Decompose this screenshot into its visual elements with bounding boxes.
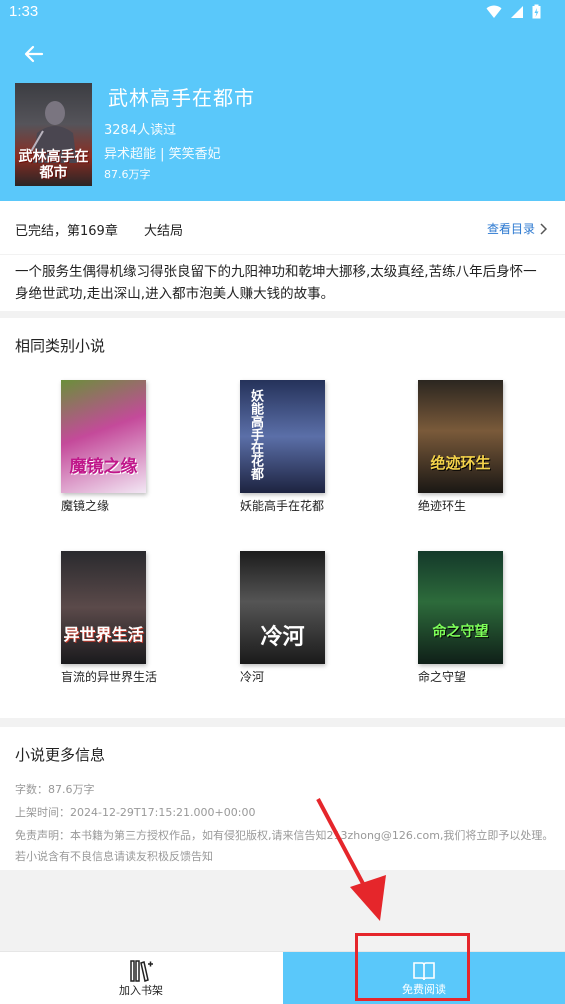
wifi-icon [486, 5, 502, 18]
similar-book-title: 冷河 [240, 670, 265, 684]
chevron-right-icon [540, 222, 547, 235]
book-header: 武林高手在都市 武林高手在都市 3284人读过 异术超能 | 笑笑香妃 87.6… [0, 24, 565, 201]
more-info-section: 小说更多信息 字数：87.6万字 上架时间：2024-12-29T17:15:2… [0, 727, 565, 870]
similar-book-item[interactable]: 魔镜之缘 魔镜之缘 [61, 380, 171, 514]
chapter-status-row: 已完结，第169章 大结局 查看目录 [0, 201, 565, 254]
book-description: 一个服务生偶得机缘习得张良留下的九阳神功和乾坤大挪移,太级真经,苦练八年后身怀一… [0, 255, 565, 311]
cover-title-text: 异世界生活 [63, 625, 144, 644]
bottom-action-bar: 加入书架 免费阅读 [0, 951, 565, 1004]
word-count: 87.6万字 [104, 168, 151, 181]
similar-book-cover: 魔镜之缘 [61, 380, 146, 493]
book-cover: 武林高手在都市 [15, 83, 92, 186]
status-time: 1:33 [9, 3, 39, 20]
cover-title-text: 妖能高手在花都 [248, 388, 263, 480]
view-catalog-label: 查看目录 [486, 222, 535, 236]
add-to-shelf-label: 加入书架 [119, 983, 163, 997]
more-info-word-count: 字数：87.6万字 [15, 783, 95, 796]
add-to-shelf-button[interactable]: 加入书架 [0, 952, 282, 1004]
similar-book-cover: 异世界生活 [61, 551, 146, 664]
similar-book-item[interactable]: 异世界生活 盲流的异世界生活 [61, 551, 171, 685]
genre-author: 异术超能 | 笑笑香妃 [104, 147, 221, 162]
similar-book-item[interactable]: 妖能高手在花都 妖能高手在花都 [240, 380, 350, 514]
signal-icon [511, 5, 523, 18]
battery-icon [532, 4, 541, 19]
similar-book-cover: 命之守望 [418, 551, 503, 664]
status-bar: 1:33 [0, 0, 565, 24]
similar-book-title: 妖能高手在花都 [240, 499, 325, 513]
similar-book-title: 绝迹环生 [418, 499, 467, 513]
disclaimer: 免责声明：本书籍为第三方授权作品，如有侵犯版权,请来信告知213zhong@12… [15, 829, 554, 863]
completion-status: 已完结，第169章 [15, 224, 118, 239]
similar-book-cover: 冷河 [240, 551, 325, 664]
similar-book-title: 魔镜之缘 [61, 499, 110, 513]
cover-title-text: 命之守望 [432, 624, 489, 640]
cover-title-text: 魔镜之缘 [69, 457, 138, 477]
readers-count: 3284人读过 [104, 123, 177, 138]
more-info-title: 小说更多信息 [15, 746, 106, 764]
cover-title-text: 绝迹环生 [430, 454, 491, 472]
similar-book-title: 命之守望 [418, 670, 467, 684]
cover-title-text: 冷河 [260, 624, 305, 650]
shelf-time: 上架时间：2024-12-29T17:15:21.000+00:00 [15, 806, 256, 819]
book-title: 武林高手在都市 [108, 88, 255, 110]
similar-book-title: 盲流的异世界生活 [61, 670, 158, 684]
similar-book-cover: 绝迹环生 [418, 380, 503, 493]
similar-book-item[interactable]: 绝迹环生 绝迹环生 [418, 380, 528, 514]
similar-section-title: 相同类别小说 [15, 337, 106, 355]
last-chapter: 大结局 [144, 224, 184, 239]
similar-books-section: 相同类别小说 魔镜之缘 魔镜之缘 妖能高手在花都 妖能高手在花都 绝迹环生 绝迹… [0, 318, 565, 718]
similar-book-cover: 妖能高手在花都 [240, 380, 325, 493]
annotation-arrow-icon [316, 798, 386, 921]
annotation-highlight-box [355, 933, 470, 1001]
cover-title-text: 武林高手在都市 [18, 149, 89, 181]
similar-book-item[interactable]: 命之守望 命之守望 [418, 551, 528, 685]
similar-book-item[interactable]: 冷河 冷河 [240, 551, 350, 685]
back-arrow-icon[interactable] [22, 42, 46, 66]
bookshelf-icon [130, 959, 153, 982]
view-catalog-link[interactable]: 查看目录 [487, 220, 547, 237]
